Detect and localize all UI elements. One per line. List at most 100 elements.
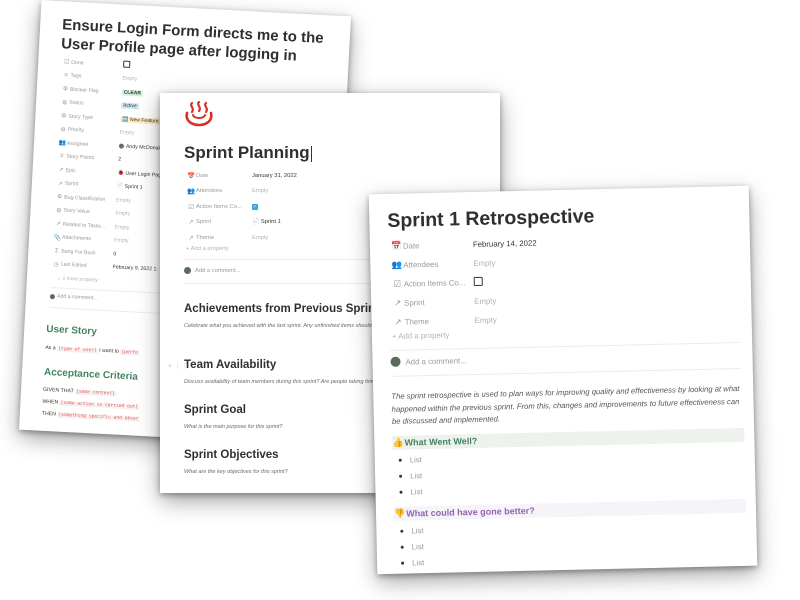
property-name: Done bbox=[71, 59, 84, 67]
property-name: Sprint bbox=[64, 180, 79, 188]
property-value[interactable] bbox=[123, 60, 131, 70]
property-value[interactable]: Empty bbox=[119, 130, 134, 137]
property-name: Sprint bbox=[196, 219, 212, 226]
bullet-icon bbox=[400, 529, 404, 533]
property-value[interactable]: 🆕 New Feature bbox=[120, 116, 161, 125]
list-item[interactable]: List bbox=[400, 538, 424, 555]
then-label: THEN bbox=[41, 410, 57, 418]
property-row[interactable]: 📅 Date January 31, 2022 bbox=[186, 168, 486, 184]
avatar bbox=[184, 267, 191, 274]
property-value[interactable]: Empty bbox=[114, 238, 129, 245]
calendar-icon: 📅 bbox=[391, 240, 402, 251]
people-icon: 👥 bbox=[58, 140, 67, 147]
went-well-list: List List List bbox=[398, 451, 423, 500]
comment-box[interactable]: Add a comment... bbox=[49, 293, 98, 302]
more-properties-toggle[interactable]: ⌄ 1 more property bbox=[57, 275, 98, 283]
divider bbox=[390, 341, 741, 351]
property-value[interactable]: 📄 Sprint 1 bbox=[252, 219, 281, 225]
code-placeholder: [type of user] bbox=[56, 346, 98, 354]
select-tag: Active bbox=[120, 102, 139, 110]
property-value[interactable]: CLEAR bbox=[121, 89, 144, 97]
property-value[interactable]: Empty bbox=[474, 296, 496, 305]
property-value[interactable]: Empty bbox=[122, 76, 137, 83]
property-value[interactable]: 📄 Sprint 1 bbox=[117, 184, 143, 191]
property-value[interactable]: Empty bbox=[252, 235, 268, 241]
property-value[interactable]: 2 bbox=[118, 157, 121, 163]
comment-box[interactable]: Add a comment... bbox=[390, 355, 467, 367]
property-value[interactable]: February 9, 2022 1: bbox=[112, 265, 158, 273]
avatar bbox=[118, 143, 125, 149]
user-story-text: As a bbox=[45, 344, 56, 352]
list-item-text: List bbox=[409, 454, 423, 464]
property-name: Attachments bbox=[61, 234, 92, 243]
acceptance-criteria-heading: Acceptance Criteria bbox=[43, 366, 139, 383]
arrow-icon: ↗ bbox=[188, 219, 194, 227]
people-icon: 👥 bbox=[391, 259, 403, 270]
property-value[interactable]: Empty bbox=[115, 211, 130, 218]
add-property-button[interactable]: + Add a property bbox=[186, 246, 229, 252]
select-tag: CLEAR bbox=[121, 89, 144, 97]
when-line: WHEN [some action is carried out] bbox=[42, 399, 140, 410]
property-value[interactable]: Empty bbox=[115, 224, 130, 231]
paperclip-icon: 📎 bbox=[53, 234, 62, 242]
property-name: Tags bbox=[70, 73, 82, 80]
property-value[interactable]: Active bbox=[120, 102, 139, 110]
property-name: Assignee bbox=[66, 140, 89, 148]
property-value[interactable]: 🐞 User Login Page bbox=[117, 170, 164, 178]
property-value[interactable]: Empty bbox=[475, 315, 497, 324]
checkbox[interactable] bbox=[123, 60, 131, 69]
person-name: Andy McDonald bbox=[125, 143, 163, 152]
what-went-well-heading: 👍 What Went Well? bbox=[392, 427, 745, 450]
property-name: Date bbox=[196, 172, 209, 179]
property-name: Bug Classification bbox=[64, 194, 106, 203]
comment-placeholder: Add a comment... bbox=[56, 293, 98, 302]
hot-springs-icon bbox=[185, 101, 213, 127]
bullet-icon bbox=[399, 474, 403, 478]
property-value[interactable]: Empty bbox=[116, 197, 131, 204]
property-value[interactable]: Empty bbox=[473, 259, 495, 268]
page-title[interactable]: Sprint Planning bbox=[184, 143, 312, 163]
gear-icon: ⚙ bbox=[56, 207, 62, 215]
list-item[interactable]: List bbox=[399, 483, 423, 500]
gear-icon: ⚙ bbox=[61, 100, 68, 107]
checkbox-checked[interactable]: ✓ bbox=[252, 203, 258, 210]
property-value[interactable]: February 14, 2022 bbox=[473, 239, 537, 249]
property-value[interactable]: 0 bbox=[113, 251, 116, 257]
property-list: 📅 Date February 14, 2022 👥 Attendees Empty ☑ Ac… bbox=[390, 229, 737, 332]
list-item[interactable]: List bbox=[399, 467, 422, 484]
checkbox[interactable] bbox=[473, 276, 483, 286]
calendar-icon: 📅 bbox=[186, 172, 196, 180]
comment-placeholder: Add a comment... bbox=[195, 267, 241, 274]
list-item[interactable]: List bbox=[400, 522, 424, 539]
given-label: GIVEN THAT bbox=[42, 386, 74, 395]
thumbs-down-icon: 👎 bbox=[393, 508, 406, 519]
retrospective-card[interactable]: Sprint 1 Retrospective 📅 Date February 14,… bbox=[368, 185, 758, 575]
page-title: Sprint 1 Retrospective bbox=[387, 205, 595, 232]
select-tag: 🆕 New Feature bbox=[120, 116, 161, 125]
property-value[interactable]: Empty bbox=[252, 188, 268, 194]
property-name: Action Items Co... bbox=[196, 203, 242, 210]
heading-text: What Went Well? bbox=[404, 435, 478, 448]
property-value[interactable]: January 31, 2022 bbox=[252, 173, 297, 179]
bullet-icon bbox=[398, 458, 402, 462]
more-properties-label: 1 more property bbox=[62, 275, 98, 284]
add-property-button[interactable]: + Add a property bbox=[392, 331, 450, 341]
gear-icon: ⚙ bbox=[62, 86, 69, 93]
list-item[interactable]: List bbox=[401, 554, 424, 571]
arrow-icon: ↗ bbox=[188, 234, 194, 242]
property-name: Action Items Co... bbox=[403, 278, 466, 289]
property-name: Story Points bbox=[66, 153, 95, 162]
property-name: Attendees bbox=[196, 188, 223, 195]
property-value[interactable]: Andy McDonald bbox=[118, 143, 163, 152]
list-item-text: List bbox=[410, 470, 423, 480]
section-heading-sprint-goal: Sprint Goal bbox=[184, 404, 246, 416]
bullet-icon bbox=[400, 545, 404, 549]
could-be-better-list: List List List bbox=[400, 522, 424, 571]
property-name: Priority bbox=[67, 126, 84, 134]
comment-box[interactable]: Add a comment... bbox=[184, 267, 240, 274]
list-item[interactable]: List bbox=[398, 451, 423, 468]
property-value[interactable] bbox=[473, 276, 483, 288]
property-value[interactable]: ✓ bbox=[252, 203, 258, 210]
bullet-icon bbox=[399, 490, 403, 494]
section-text: What are the key objectives for this spr… bbox=[184, 469, 288, 475]
